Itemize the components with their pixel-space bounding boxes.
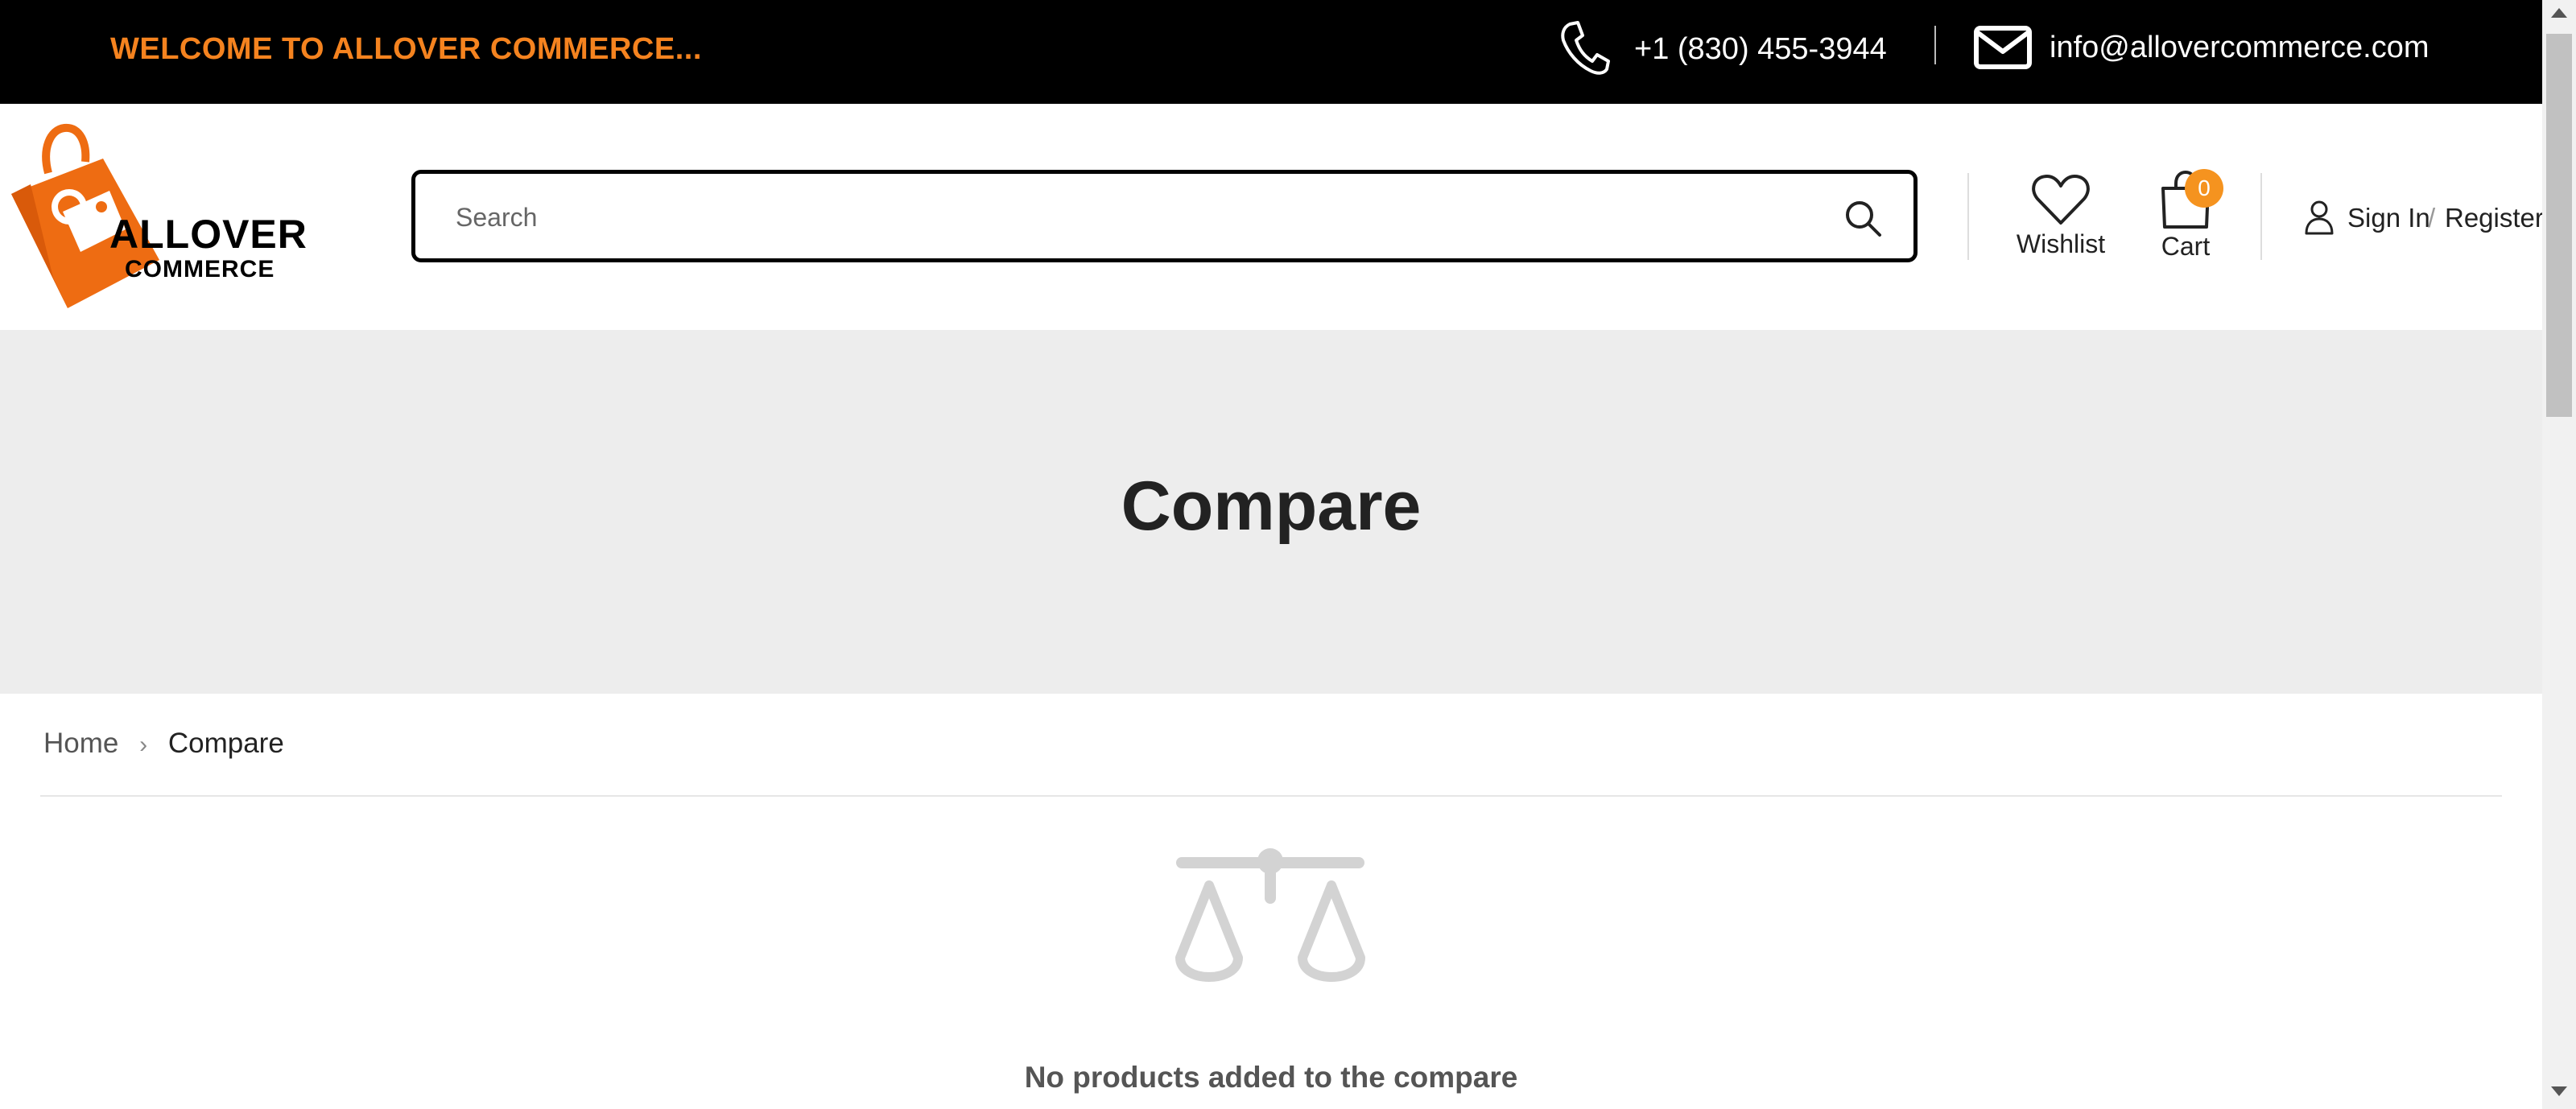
wishlist-label: Wishlist	[2016, 229, 2106, 258]
cart-label: Cart	[2161, 232, 2211, 261]
mail-icon	[1974, 26, 2032, 69]
cart-button[interactable]: Cart 0	[2141, 169, 2230, 270]
sign-in-link[interactable]: Sign In	[2347, 203, 2430, 233]
logo-text-secondary: COMMERCE	[125, 256, 275, 282]
chevron-right-icon: ›	[139, 732, 148, 758]
phone-icon	[1561, 21, 1610, 75]
wishlist-button[interactable]: Wishlist	[2013, 173, 2109, 270]
scale-icon	[1175, 848, 1365, 982]
cart-count-badge: 0	[2185, 169, 2223, 208]
search-box	[411, 170, 1918, 262]
page-title: Compare	[1121, 468, 1422, 545]
page-banner: Compare	[0, 330, 2542, 694]
breadcrumb-divider	[40, 795, 2502, 797]
email-link[interactable]: info@allovercommerce.com	[2050, 31, 2429, 65]
breadcrumb-home[interactable]: Home	[43, 728, 118, 759]
breadcrumb-current: Compare	[167, 728, 284, 759]
header-divider	[2260, 173, 2262, 260]
user-icon	[2305, 200, 2334, 235]
welcome-message: WELCOME TO ALLOVER COMMERCE...	[110, 32, 702, 66]
logo-text-primary: ALLOVER	[109, 212, 308, 257]
vertical-scrollbar[interactable]	[2542, 0, 2576, 1109]
scrollbar-thumb[interactable]	[2546, 34, 2572, 417]
topbar-divider	[1934, 26, 1936, 64]
page: WELCOME TO ALLOVER COMMERCE... +1 (830) …	[0, 0, 2542, 1109]
phone-link[interactable]: +1 (830) 455-3944	[1634, 32, 1887, 67]
header-divider	[1967, 173, 1969, 260]
scroll-down-icon[interactable]	[2551, 1086, 2567, 1096]
scroll-up-icon[interactable]	[2551, 8, 2567, 18]
breadcrumb: Home › Compare	[43, 728, 284, 760]
search-icon[interactable]	[1843, 198, 1883, 238]
empty-compare-message: No products added to the compare	[1024, 1061, 1518, 1094]
account-separator: /	[2428, 203, 2436, 233]
heart-icon	[2032, 175, 2090, 225]
top-bar: WELCOME TO ALLOVER COMMERCE... +1 (830) …	[0, 0, 2542, 104]
search-input[interactable]	[454, 195, 1810, 241]
register-link[interactable]: Register	[2445, 203, 2542, 233]
